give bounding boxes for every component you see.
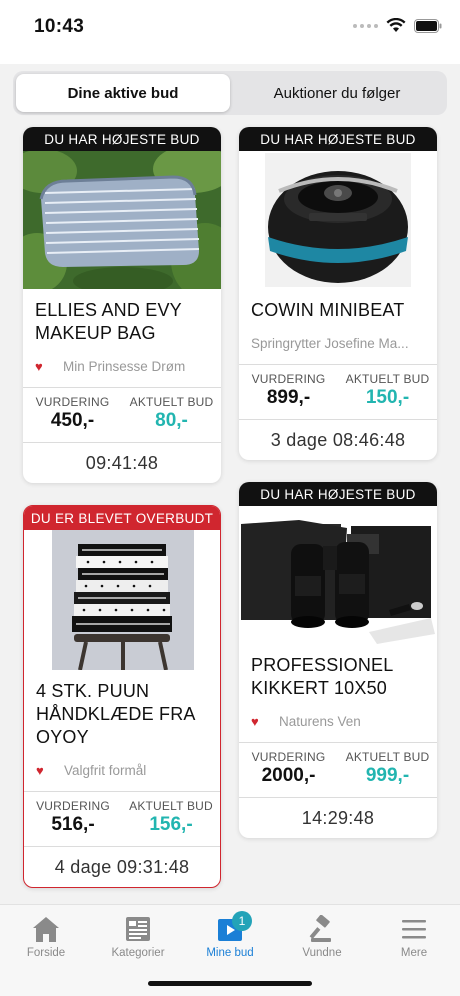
valuation-value: 2000,- — [261, 765, 316, 786]
item-title: 4 STK. PUUN HÅNDKLÆDE FRA OYOY — [36, 681, 195, 747]
tab-vundne[interactable]: Vundne — [276, 913, 368, 959]
auction-card[interactable]: DU HAR HØJESTE BUD ELLIES AND EVY MAKEUP… — [23, 127, 221, 483]
home-icon — [33, 917, 59, 942]
heart-icon[interactable]: ♥ — [36, 763, 48, 778]
time-left: 3 dage 08:46:48 — [270, 429, 406, 450]
signal-icon — [353, 23, 378, 28]
status-time: 10:43 — [34, 16, 85, 37]
status-badge: DU HAR HØJESTE BUD — [23, 127, 221, 151]
segment-followed-auctions[interactable]: Auktioner du følger — [230, 74, 444, 112]
current-bid-label: AKTUELT BUD — [129, 799, 213, 813]
tab-label: Forside — [26, 947, 66, 959]
seller-name: Min Prinsesse Drøm — [63, 358, 186, 374]
home-indicator — [148, 981, 312, 986]
item-title: ELLIES AND EVY MAKEUP BAG — [35, 300, 182, 343]
heart-icon[interactable]: ♥ — [251, 714, 263, 729]
bid-info: VURDERING 2000,- AKTUELT BUD 999,- — [239, 743, 437, 797]
seller-row: Springrytter Josefine Ma... — [239, 322, 437, 364]
current-bid-value: 80,- — [155, 410, 188, 431]
time-left: 09:41:48 — [85, 452, 159, 473]
heart-icon[interactable]: ♥ — [35, 359, 47, 374]
valuation-label: VURDERING — [251, 750, 326, 764]
status-badge: DU HAR HØJESTE BUD — [239, 482, 437, 506]
battery-icon — [414, 18, 442, 33]
status-badge: DU ER BLEVET OVERBUDT — [24, 506, 220, 530]
item-title: PROFESSIONEL KIKKERT 10X50 — [251, 655, 393, 698]
status-bar: 10:43 — [0, 0, 460, 56]
segment-active-bids[interactable]: Dine aktive bud — [16, 74, 230, 112]
tab-label: Vundne — [302, 947, 342, 959]
auction-card-outbid[interactable]: DU ER BLEVET OVERBUDT 4 STK. PUUN HÅNDKL… — [23, 505, 221, 888]
product-image — [239, 506, 437, 644]
valuation-label: VURDERING — [251, 372, 326, 386]
time-left: 14:29:48 — [301, 807, 375, 828]
current-bid-label: AKTUELT BUD — [345, 750, 430, 764]
seller-row: ♥ Min Prinsesse Drøm — [23, 345, 221, 387]
wifi-icon — [386, 18, 406, 32]
tab-badge-count: 1 — [232, 911, 252, 931]
auction-card[interactable]: DU HAR HØJESTE BUD PROFESSIONEL KIKKERT … — [239, 482, 437, 838]
tab-label: Mere — [400, 947, 428, 959]
seller-name: Springrytter Josefine Ma... — [251, 335, 409, 351]
product-image — [24, 530, 220, 670]
tab-label: Mine bud — [206, 947, 254, 959]
status-badge: DU HAR HØJESTE BUD — [239, 127, 437, 151]
categories-icon — [126, 917, 150, 941]
product-image — [23, 151, 221, 289]
valuation-label: VURDERING — [36, 799, 110, 813]
item-title: COWIN MINIBEAT — [251, 300, 405, 320]
bid-info: VURDERING 899,- AKTUELT BUD 150,- — [239, 365, 437, 419]
current-bid-value: 999,- — [365, 765, 410, 786]
current-bid-value: 156,- — [149, 814, 193, 835]
valuation-label: VURDERING — [35, 395, 110, 409]
seller-name: Valgfrit formål — [64, 762, 147, 778]
menu-icon — [402, 920, 426, 939]
auction-card[interactable]: DU HAR HØJESTE BUD COWIN MINIBEAT Spring… — [239, 127, 437, 460]
current-bid-value: 150,- — [365, 387, 410, 408]
tab-mine-bud[interactable]: 1 Mine bud — [184, 911, 276, 959]
tab-forside[interactable]: Forside — [0, 913, 92, 959]
valuation-value: 450,- — [50, 410, 95, 431]
bid-info: VURDERING 516,- AKTUELT BUD 156,- — [24, 792, 220, 846]
valuation-value: 516,- — [51, 814, 95, 835]
seller-row: ♥ Naturens Ven — [239, 700, 437, 742]
seller-name: Naturens Ven — [279, 713, 361, 729]
current-bid-label: AKTUELT BUD — [129, 395, 214, 409]
tab-mere[interactable]: Mere — [368, 913, 460, 959]
bids-segmented-control: Dine aktive bud Auktioner du følger — [13, 71, 447, 115]
valuation-value: 899,- — [266, 387, 311, 408]
time-left: 4 dage 09:31:48 — [54, 856, 190, 877]
bid-info: VURDERING 450,- AKTUELT BUD 80,- — [23, 388, 221, 442]
tab-kategorier[interactable]: Kategorier — [92, 913, 184, 959]
current-bid-label: AKTUELT BUD — [345, 372, 430, 386]
product-image — [239, 151, 437, 289]
status-icons — [353, 18, 442, 33]
gavel-icon — [309, 915, 331, 942]
seller-row: ♥ Valgfrit formål — [24, 749, 220, 791]
tab-label: Kategorier — [111, 947, 165, 959]
